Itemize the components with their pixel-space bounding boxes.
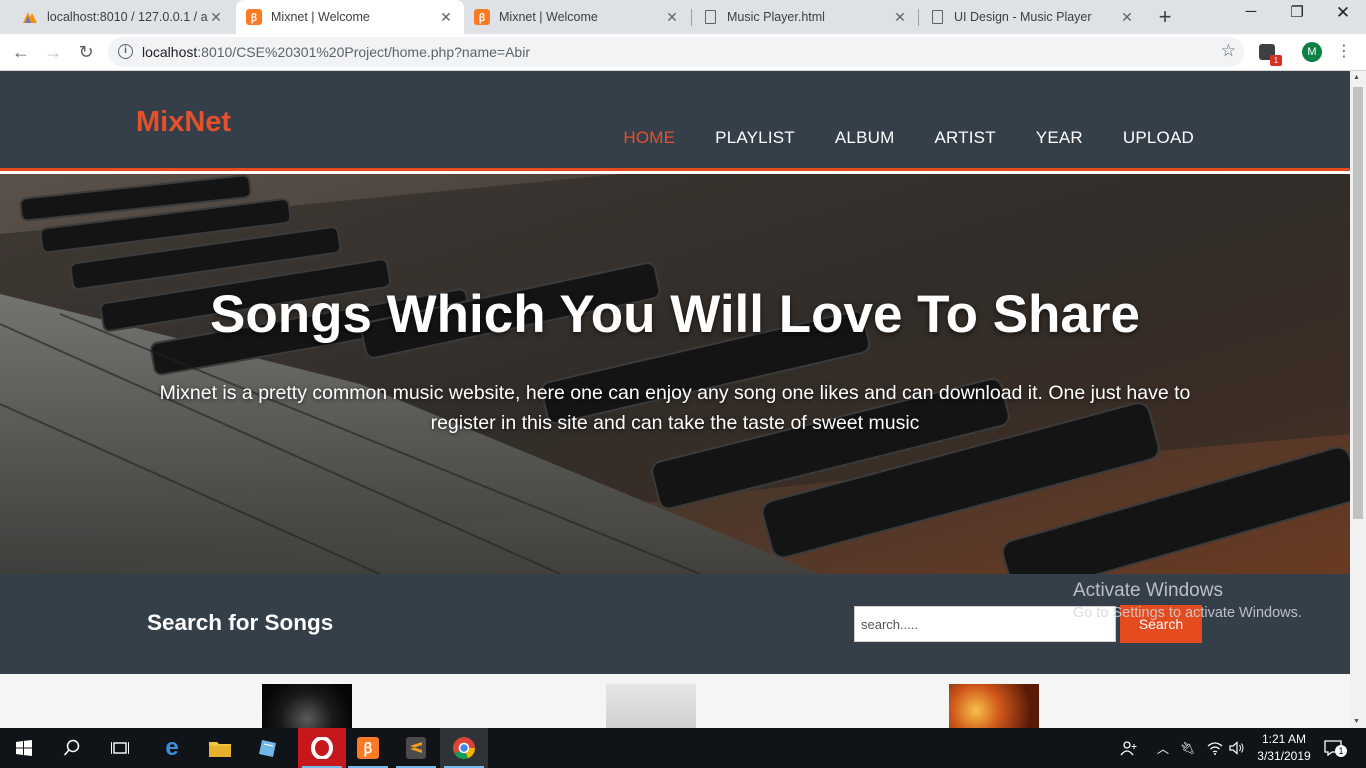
scroll-up-icon[interactable]: ▲: [1353, 74, 1360, 81]
song-thumbnail[interactable]: [262, 684, 352, 728]
nav-playlist[interactable]: PLAYLIST: [715, 128, 795, 148]
song-thumbnail[interactable]: [606, 684, 696, 728]
tray-chevron-up-icon[interactable]: ︿: [1157, 728, 1169, 768]
xampp-icon[interactable]: ꞵ: [344, 728, 392, 768]
tab-phpmyadmin[interactable]: localhost:8010 / 127.0.0.1 / audi ✕: [12, 0, 234, 34]
document-icon: [929, 9, 945, 25]
document-icon: [702, 9, 718, 25]
windows-taskbar: e ꞵ ︿ 🔌︎ 1:21 AM 3/31/2019 1: [0, 728, 1366, 768]
site-logo[interactable]: MixNet: [136, 106, 231, 139]
opera-icon[interactable]: [298, 728, 346, 768]
taskbar-clock[interactable]: 1:21 AM 3/31/2019: [1252, 731, 1316, 765]
edge-icon[interactable]: e: [148, 728, 196, 768]
tab-title: UI Design - Music Player: [954, 10, 1092, 24]
action-center-icon[interactable]: 1: [1324, 728, 1347, 768]
piano-keys-image: [0, 174, 1350, 574]
main-nav: HOME PLAYLIST ALBUM ARTIST YEAR UPLOAD: [623, 128, 1194, 148]
watermark-line-2: Go to Settings to activate Windows.: [1073, 605, 1302, 621]
close-icon[interactable]: ✕: [892, 9, 908, 26]
address-bar[interactable]: i localhost:8010/CSE%20301%20Project/hom…: [108, 37, 1244, 67]
nav-upload[interactable]: UPLOAD: [1123, 128, 1194, 148]
start-icon[interactable]: [0, 728, 48, 768]
people-icon[interactable]: [1120, 728, 1138, 768]
reload-icon[interactable]: ↻: [73, 39, 99, 65]
chrome-icon[interactable]: [440, 728, 488, 768]
back-arrow-icon[interactable]: ←: [8, 39, 34, 65]
song-list: [0, 674, 1350, 728]
close-icon[interactable]: ✕: [664, 9, 680, 26]
task-view-icon[interactable]: [96, 728, 144, 768]
nav-home[interactable]: HOME: [623, 128, 675, 148]
page-scrollbar[interactable]: ▲ ▼: [1350, 71, 1366, 728]
volume-icon[interactable]: [1229, 728, 1245, 768]
browser-tabstrip: localhost:8010 / 127.0.0.1 / audi ✕ ꞵ Mi…: [0, 0, 1366, 34]
page-viewport: MixNet HOME PLAYLIST ALBUM ARTIST YEAR U…: [0, 71, 1350, 728]
sublime-text-icon[interactable]: [392, 728, 440, 768]
nav-album[interactable]: ALBUM: [835, 128, 895, 148]
scroll-down-icon[interactable]: ▼: [1353, 718, 1360, 725]
file-explorer-icon[interactable]: [196, 728, 244, 768]
xampp-icon: ꞵ: [246, 9, 262, 25]
search-icon[interactable]: [48, 728, 96, 768]
watermark-line-1: Activate Windows: [1073, 580, 1223, 601]
browser-menu-icon[interactable]: ⋮: [1336, 41, 1352, 61]
window-close-icon[interactable]: ✕: [1320, 3, 1366, 23]
profile-avatar[interactable]: M: [1302, 42, 1322, 62]
tab-title: Music Player.html: [727, 10, 825, 24]
clock-date: 3/31/2019: [1257, 749, 1311, 763]
browser-toolbar: ← → ↻ i localhost:8010/CSE%20301%20Proje…: [0, 34, 1366, 71]
power-plug-icon[interactable]: 🔌︎: [1180, 728, 1195, 768]
nav-year[interactable]: YEAR: [1036, 128, 1083, 148]
close-icon[interactable]: ✕: [208, 9, 224, 26]
hero-description: Mixnet is a pretty common music website,…: [159, 382, 1191, 434]
new-tab-plus-icon[interactable]: +: [1152, 4, 1178, 30]
extension-badge: 1: [1270, 55, 1282, 66]
address-url[interactable]: localhost:8010/CSE%20301%20Project/home.…: [142, 44, 530, 60]
wifi-icon[interactable]: [1207, 728, 1223, 768]
song-thumbnail[interactable]: [949, 684, 1039, 728]
clock-time: 1:21 AM: [1261, 732, 1307, 746]
tab-mixnet-welcome-active[interactable]: ꞵ Mixnet | Welcome ✕: [236, 0, 464, 34]
tab-ui-design[interactable]: UI Design - Music Player ✕: [919, 0, 1145, 34]
tab-title: Mixnet | Welcome: [271, 10, 370, 24]
tab-music-player[interactable]: Music Player.html ✕: [692, 0, 918, 34]
forward-arrow-icon[interactable]: →: [40, 39, 66, 65]
activate-windows-watermark: Activate Windows Go to Settings to activ…: [1073, 580, 1302, 621]
site-info-icon[interactable]: i: [118, 44, 133, 59]
scrollbar-thumb[interactable]: [1353, 87, 1363, 519]
close-icon[interactable]: ✕: [1119, 9, 1135, 26]
restore-icon[interactable]: ❐: [1274, 3, 1320, 21]
hero-title: Songs Which You Will Love To Share: [209, 285, 1141, 344]
hero-banner: Songs Which You Will Love To Share Mixne…: [0, 174, 1350, 574]
minimize-icon[interactable]: ─: [1228, 3, 1274, 20]
close-icon[interactable]: ✕: [438, 9, 454, 26]
phpmyadmin-icon: [22, 9, 38, 25]
tab-mixnet-welcome[interactable]: ꞵ Mixnet | Welcome ✕: [464, 0, 690, 34]
notification-count-badge: 1: [1335, 745, 1347, 757]
tab-title: localhost:8010 / 127.0.0.1 / audi: [47, 10, 208, 24]
notepad-icon[interactable]: [244, 728, 292, 768]
tab-title: Mixnet | Welcome: [499, 10, 598, 24]
nav-artist[interactable]: ARTIST: [934, 128, 995, 148]
site-header: MixNet HOME PLAYLIST ALBUM ARTIST YEAR U…: [0, 71, 1350, 171]
xampp-icon: ꞵ: [474, 9, 490, 25]
bookmark-star-icon[interactable]: ☆: [1221, 41, 1236, 61]
search-title: Search for Songs: [147, 610, 334, 635]
